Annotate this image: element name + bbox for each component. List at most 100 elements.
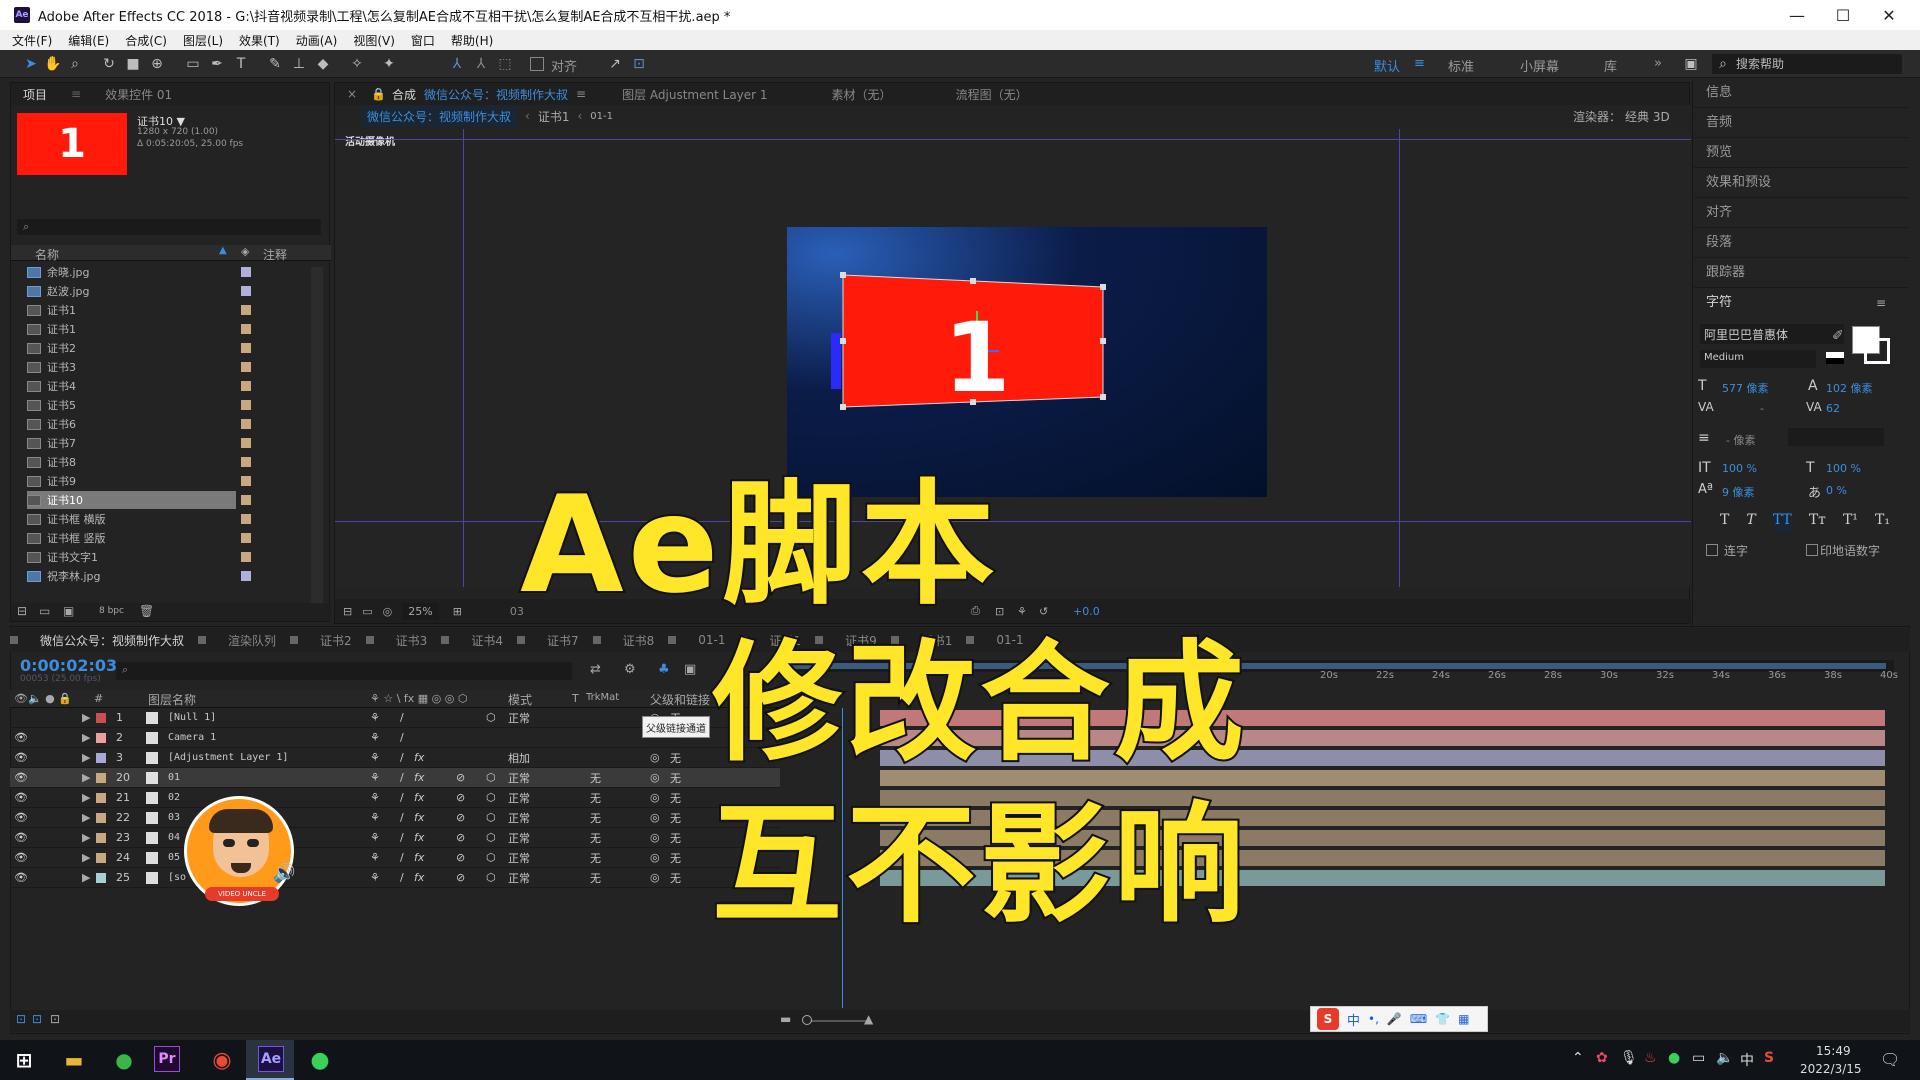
local-axis-icon[interactable]: ⅄ xyxy=(448,55,466,73)
timeline-tab[interactable]: 证书4 xyxy=(457,632,517,649)
trkmat-select[interactable]: 无 xyxy=(590,790,601,806)
project-item[interactable]: 证书10 xyxy=(27,491,251,509)
vertical-scale-value[interactable]: 100 % xyxy=(1722,462,1757,475)
tab-panel-menu-icon[interactable]: ≡ xyxy=(59,87,93,101)
rotate-tool-icon[interactable]: ↻ xyxy=(100,55,118,73)
layer-row[interactable]: 👁 ▶ 20 01 ⚘ / fx ⊘ ⬡ 正常 无 ◎ 无 xyxy=(10,768,780,788)
project-item[interactable]: 证书5 xyxy=(27,396,317,414)
workspace-standard[interactable]: 标准 xyxy=(1448,56,1474,75)
expand-arrow-icon[interactable]: ▶ xyxy=(82,791,90,804)
tab-footage[interactable]: 素材（无） xyxy=(820,86,904,103)
start-button-icon[interactable]: ⊞ xyxy=(6,1046,42,1074)
eraser-tool-icon[interactable]: ◆ xyxy=(314,55,332,73)
ime-keyboard-icon[interactable]: ⌨ xyxy=(1410,1012,1427,1026)
project-item[interactable]: 证书2 xyxy=(27,339,317,357)
bit-depth[interactable]: 8 bpc xyxy=(99,606,124,616)
zoom-slider-thumb[interactable] xyxy=(802,1015,812,1025)
expand-arrow-icon[interactable]: ▶ xyxy=(82,811,90,824)
layer-row[interactable]: 👁 ▶ 25 [so ⚘ / fx ⊘ ⬡ 正常 无 ◎ 无 xyxy=(10,868,780,888)
breadcrumb-cert[interactable]: 证书1 xyxy=(538,108,570,125)
toggle-stretch-icon[interactable]: ⊡ xyxy=(50,1012,60,1026)
expand-arrow-icon[interactable]: ▶ xyxy=(82,731,90,744)
superscript-button[interactable]: T¹ xyxy=(1843,512,1858,532)
layer-name[interactable]: Camera 1 xyxy=(168,732,216,743)
label-color-swatch[interactable] xyxy=(241,343,251,353)
fx-switch-icon[interactable]: fx xyxy=(414,771,424,784)
mask-icon[interactable]: ▭ xyxy=(362,605,372,618)
layer-label-swatch[interactable] xyxy=(96,772,106,783)
chrome-icon[interactable]: ◉ xyxy=(204,1046,240,1074)
stroke-width-value[interactable]: - 像素 xyxy=(1726,432,1755,448)
menu-composition[interactable]: 合成(C) xyxy=(125,32,167,49)
rectangle-tool-icon[interactable]: ▭ xyxy=(184,55,202,73)
shy-switch-icon[interactable]: ⚘ xyxy=(370,811,380,824)
layer-row[interactable]: 👁 ▶ 3 [Adjustment Layer 1] ⚘ / fx 相加 ◎ 无 xyxy=(10,748,780,768)
panel-paragraph[interactable]: 段落 xyxy=(1694,228,1908,258)
project-item[interactable]: 证书9 xyxy=(27,472,317,490)
camera-tool-icon[interactable]: ■ xyxy=(124,55,142,73)
roto-brush-tool-icon[interactable]: ✧ xyxy=(348,55,366,73)
layer-row[interactable]: 👁 ▶ 23 04 ⚘ / fx ⊘ ⬡ 正常 无 ◎ 无 xyxy=(10,828,780,848)
label-color-swatch[interactable] xyxy=(241,552,251,562)
font-style-select[interactable]: Medium xyxy=(1700,350,1816,368)
shy-switch-icon[interactable]: ⚘ xyxy=(370,751,380,764)
shy-switch-icon[interactable]: ⚘ xyxy=(370,831,380,844)
new-comp-icon[interactable]: ▣ xyxy=(63,604,74,618)
column-comment-header[interactable]: 注释 xyxy=(263,246,287,263)
trkmat-select[interactable]: 无 xyxy=(590,830,601,846)
search-panel-icon[interactable]: ▣ xyxy=(1682,55,1700,73)
zoom-out-icon[interactable]: ▬ xyxy=(780,1012,791,1026)
puppet-tool-icon[interactable]: ✦ xyxy=(380,55,398,73)
tracking-value[interactable]: 62 xyxy=(1826,402,1840,415)
menu-window[interactable]: 窗口 xyxy=(411,32,435,49)
layer-label-swatch[interactable] xyxy=(96,732,106,743)
expand-arrow-icon[interactable]: ▶ xyxy=(82,771,90,784)
draft-3d-icon[interactable]: ⚙ xyxy=(624,662,636,677)
project-item[interactable]: 证书文字1 xyxy=(27,548,317,566)
eye-icon[interactable]: 👁 xyxy=(14,731,28,744)
3d-layer-icon[interactable]: ⬡ xyxy=(486,771,496,784)
collapse-switch-icon[interactable]: ⊘ xyxy=(456,871,465,884)
vr-icon[interactable]: ◎ xyxy=(383,605,393,618)
label-color-swatch[interactable] xyxy=(241,324,251,334)
timeline-search-input[interactable]: ⌕ xyxy=(116,662,572,680)
3d-layer-icon[interactable]: ⬡ xyxy=(486,831,496,844)
timeline-tab[interactable]: 微信公众号：视频制作大叔 xyxy=(26,632,198,649)
menu-animation[interactable]: 动画(A) xyxy=(296,32,338,49)
panel-align[interactable]: 对齐 xyxy=(1694,198,1908,228)
project-item[interactable]: 证书7 xyxy=(27,434,317,452)
clock-date[interactable]: 2022/3/15 xyxy=(1800,1062,1862,1076)
shy-switch-icon[interactable]: ⚘ xyxy=(370,731,380,744)
leading-value[interactable]: 102 像素 xyxy=(1826,380,1873,396)
label-color-swatch[interactable] xyxy=(241,514,251,524)
layer-mode-select[interactable]: 正常 xyxy=(508,770,530,786)
project-item[interactable]: 证书1 xyxy=(27,301,317,319)
label-color-swatch[interactable] xyxy=(241,381,251,391)
pickwhip-icon[interactable]: ◎ xyxy=(650,831,660,844)
project-item[interactable]: 证书3 xyxy=(27,358,317,376)
hand-tool-icon[interactable]: ✋ xyxy=(44,55,62,73)
baseline-value[interactable]: 9 像素 xyxy=(1722,484,1755,500)
tray-chevron-icon[interactable]: ⌃ xyxy=(1572,1050,1584,1066)
close-button[interactable]: ✕ xyxy=(1866,0,1912,30)
sogou-logo-icon[interactable]: S xyxy=(1317,1008,1339,1030)
brush-tool-icon[interactable]: ✎ xyxy=(266,55,284,73)
label-color-swatch[interactable] xyxy=(241,571,251,581)
layer-name[interactable]: 02 xyxy=(168,792,180,803)
region-icon[interactable]: ⊞ xyxy=(453,605,462,618)
layer-label-swatch[interactable] xyxy=(96,712,106,723)
fx-switch-icon[interactable]: fx xyxy=(414,791,424,804)
parent-select[interactable]: 无 xyxy=(670,830,681,846)
eye-icon[interactable]: 👁 xyxy=(14,871,28,884)
label-color-swatch[interactable] xyxy=(241,305,251,315)
trash-icon[interactable]: 🗑 xyxy=(139,604,154,618)
fx-switch-icon[interactable]: fx xyxy=(414,811,424,824)
comp-tab-menu-icon[interactable]: ≡ xyxy=(572,87,590,101)
layer-row[interactable]: 👁 ▶ 22 03 ⚘ / fx ⊘ ⬡ 正常 无 ◎ 无 xyxy=(10,808,780,828)
3d-layer-icon[interactable]: ⬡ xyxy=(486,711,496,724)
menu-help[interactable]: 帮助(H) xyxy=(451,32,493,49)
menu-layer[interactable]: 图层(L) xyxy=(183,32,223,49)
tray-volume-icon[interactable]: 🔈 xyxy=(1716,1050,1733,1066)
eye-icon[interactable]: 👁 xyxy=(14,751,28,764)
layer-name[interactable]: [Null 1] xyxy=(168,712,216,723)
